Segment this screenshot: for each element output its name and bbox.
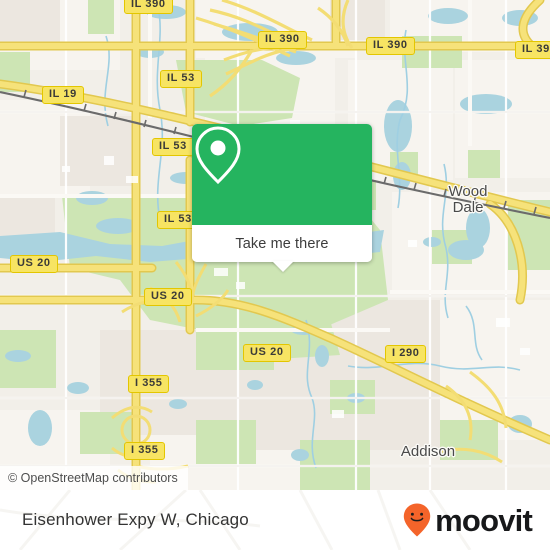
moovit-map-screenshot: IL 390 IL 390 IL 390 IL 390 IL 53 IL 19 … [0,0,550,550]
road-shield-i-355-2[interactable]: I 355 [124,442,166,460]
road-shield-us-20-2[interactable]: US 20 [144,288,192,306]
road-shield-il-53-2[interactable]: IL 53 [152,138,194,156]
road-shield-il-19[interactable]: IL 19 [42,86,84,104]
road-shield-il-390-2[interactable]: IL 390 [258,31,307,49]
road-shield-il-53-1[interactable]: IL 53 [160,70,202,88]
footer-bar: Eisenhower Expy W, Chicago moovit [0,490,550,550]
road-shield-us-20-1[interactable]: US 20 [10,255,58,273]
map-pin-icon [195,126,241,185]
road-shield-il-390-4[interactable]: IL 390 [515,41,550,59]
location-title: Eisenhower Expy W, Chicago [22,510,249,529]
moovit-wordmark: moovit [435,502,533,538]
place-label-line: Wood [448,183,488,200]
take-me-there-button[interactable]: Take me there [192,225,372,262]
place-label-addison: Addison [400,443,456,460]
road-shield-i-355-1[interactable]: I 355 [128,375,170,393]
road-shield-i-290[interactable]: I 290 [385,345,427,363]
take-me-there-label: Take me there [235,235,329,252]
road-shield-il-390-3[interactable]: IL 390 [366,37,415,55]
popup-header [192,124,372,225]
map-attribution[interactable]: © OpenStreetMap contributors [0,466,188,490]
moovit-logo: moovit [402,502,533,538]
location-popup-card[interactable]: Take me there [192,124,372,262]
place-label-wood-dale: Wood Dale [449,184,488,216]
road-shield-il-390-1[interactable]: IL 390 [124,0,173,14]
road-shield-us-20-3[interactable]: US 20 [243,344,291,362]
map-canvas[interactable]: IL 390 IL 390 IL 390 IL 390 IL 53 IL 19 … [0,0,550,490]
popup-pointer [272,261,294,272]
moovit-pin-icon [403,503,431,537]
attribution-text: © OpenStreetMap contributors [8,471,178,485]
place-label-line: Dale [452,199,484,216]
